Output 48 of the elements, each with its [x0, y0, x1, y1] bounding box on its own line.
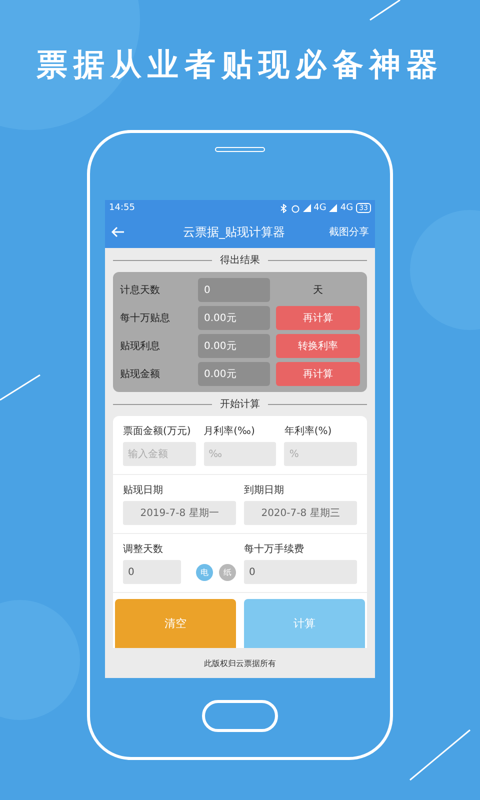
type-toggle[interactable]: 纸	[219, 564, 236, 580]
back-arrow-icon[interactable]	[111, 226, 125, 238]
input-field[interactable]: %	[284, 442, 357, 466]
network-label: 4G	[314, 203, 326, 213]
input-field[interactable]: ‰	[204, 442, 276, 466]
field-label: 调整天数	[123, 543, 164, 556]
result-label: 贴现金额	[120, 368, 161, 381]
field-label: 每十万手续费	[244, 542, 305, 556]
unit-label: 天	[312, 284, 324, 297]
phone-speaker	[215, 147, 265, 152]
calculate-button[interactable]: 计算	[244, 599, 365, 648]
copyright-text: 此版权归云票据所有	[204, 658, 276, 668]
section-title: 得出结果	[220, 254, 260, 267]
app-title: 云票据_贴现计算器	[182, 224, 286, 240]
signal-icon	[329, 204, 338, 212]
result-value: 0.00元	[198, 334, 270, 358]
field-label: 到期日期	[244, 484, 285, 497]
input-field[interactable]: 0	[123, 560, 181, 584]
decorative-line	[370, 0, 400, 21]
section-title: 开始计算	[220, 398, 260, 411]
field-label: 年利率(%)	[284, 424, 333, 438]
home-button[interactable]	[202, 700, 278, 732]
headline: 票据从业者贴现必备神器	[36, 46, 444, 84]
input-field[interactable]: 0	[244, 560, 357, 584]
date-picker[interactable]: 2020-7-8 星期三	[244, 501, 357, 525]
decorative-line	[410, 729, 470, 781]
result-value: 0	[198, 278, 270, 302]
input-field[interactable]: 输入金额	[123, 442, 196, 466]
clear-button[interactable]: 清空	[115, 599, 236, 648]
result-value: 0.00元	[198, 362, 270, 386]
field-label: 贴现日期	[123, 484, 164, 497]
recalculate-button[interactable]: 转换利率	[276, 334, 360, 358]
type-toggle[interactable]: 电	[196, 564, 213, 580]
status-time: 14:55	[109, 203, 135, 213]
result-value: 0.00元	[198, 306, 270, 330]
bluetooth-icon	[280, 204, 288, 212]
recalculate-button[interactable]: 再计算	[276, 306, 360, 330]
field-label: 月利率(‰)	[204, 424, 256, 438]
network-label: 4G	[340, 203, 354, 213]
recalculate-button[interactable]: 再计算	[276, 362, 360, 386]
signal-icon	[302, 204, 311, 212]
field-label: 票面金额(万元)	[123, 424, 192, 438]
share-screenshot-button[interactable]: 截图分享	[329, 225, 369, 239]
result-label: 贴现利息	[120, 340, 161, 353]
result-label: 计息天数	[120, 284, 161, 297]
result-label: 每十万贴息	[120, 312, 171, 325]
date-picker[interactable]: 2019-7-8 星期一	[123, 501, 236, 525]
decorative-line	[0, 374, 40, 401]
